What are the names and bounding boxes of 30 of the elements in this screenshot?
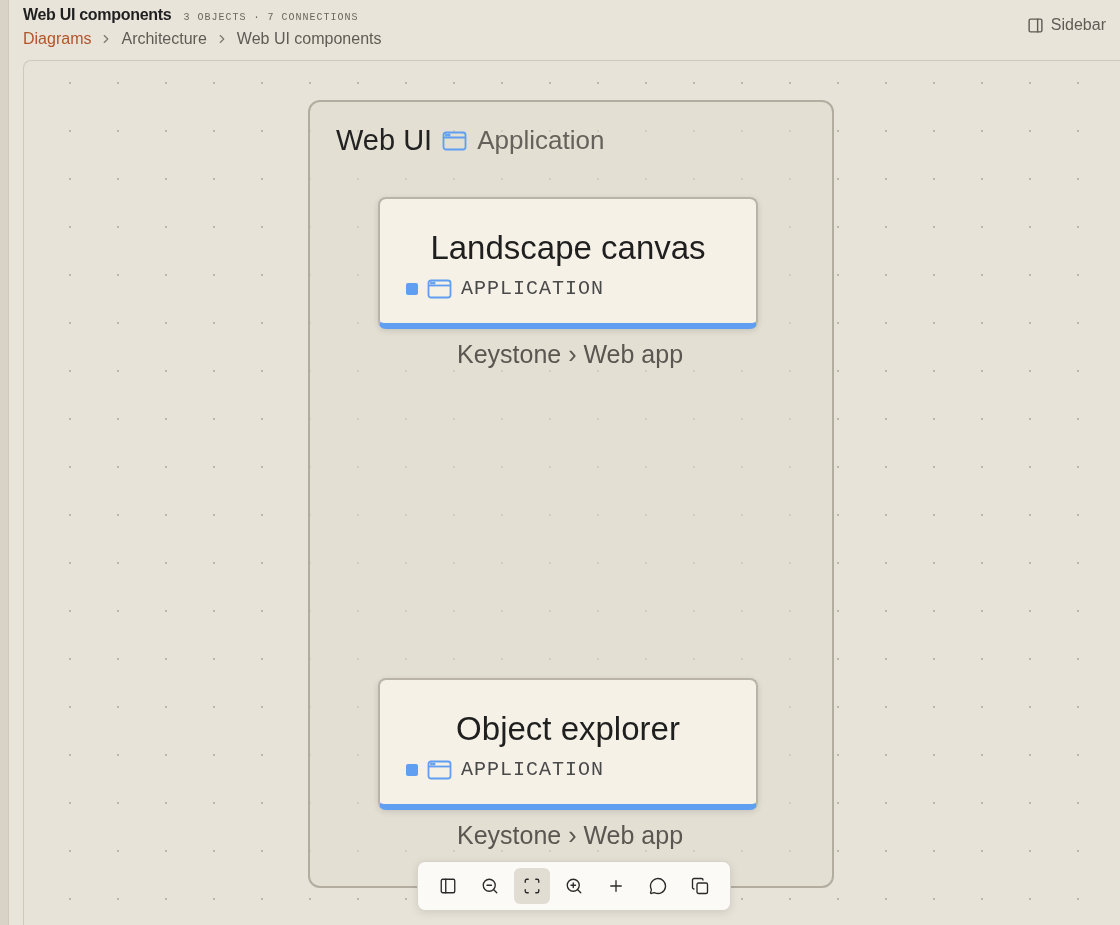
node-title: Object explorer <box>456 710 680 748</box>
fit-view-icon <box>523 877 541 895</box>
group-title: Web UI <box>336 124 433 157</box>
sidebar-button[interactable]: Sidebar <box>1026 12 1106 38</box>
node-caption: Keystone › Web app <box>455 821 685 850</box>
node-type: APPLICATION <box>461 277 605 300</box>
node-type: APPLICATION <box>461 758 605 781</box>
zoom-out-icon <box>481 877 499 895</box>
application-window-icon <box>427 278 452 299</box>
plus-icon <box>607 877 625 895</box>
type-square-icon <box>406 282 418 295</box>
object-count: 3 OBJECTS · 7 CONNECTIONS <box>183 12 359 23</box>
group-type: Application <box>477 125 605 156</box>
copy-icon <box>691 877 709 895</box>
breadcrumb-link[interactable]: Diagrams <box>23 30 92 48</box>
panel-icon <box>1026 16 1044 34</box>
panel-icon <box>439 877 457 895</box>
fit-view-button[interactable] <box>514 868 550 904</box>
diagram-node[interactable]: Landscape canvas APPLICATION <box>378 197 758 329</box>
zoom-in-icon <box>565 877 583 895</box>
node-caption: Keystone › Web app <box>455 340 685 369</box>
node-title: Landscape canvas <box>430 229 706 267</box>
type-square-icon <box>406 763 418 776</box>
diagram-node[interactable]: Object explorer APPLICATION <box>378 678 758 810</box>
application-window-icon <box>427 759 452 780</box>
breadcrumb-link[interactable]: Web UI components <box>236 30 382 48</box>
comment-icon <box>649 877 667 895</box>
page-title: Web UI components <box>23 6 172 24</box>
application-window-icon <box>442 130 468 151</box>
breadcrumb-link[interactable]: Architecture <box>121 30 207 48</box>
